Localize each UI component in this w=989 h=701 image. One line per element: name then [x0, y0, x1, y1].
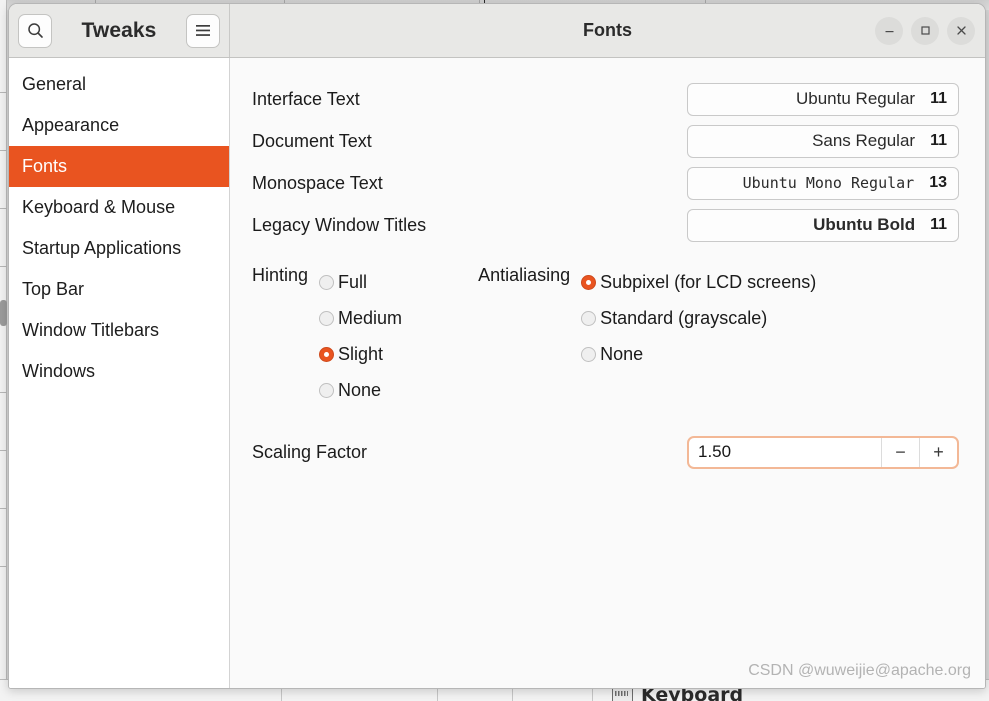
background-left-tick [0, 566, 7, 567]
minimize-icon [885, 31, 893, 33]
font-name: Ubuntu Bold [813, 215, 916, 234]
legacy-window-titles-font-button[interactable]: Ubuntu Bold 11 [687, 208, 959, 242]
font-size: 11 [930, 216, 947, 233]
hinting-option-full[interactable]: Full [319, 264, 402, 300]
document-text-font-button[interactable]: Sans Regular 11 [687, 124, 959, 158]
font-size: 11 [930, 132, 947, 149]
scaling-factor-increment-button[interactable]: + [919, 437, 957, 467]
font-row-document-text: Document Text Sans Regular 11 [252, 120, 959, 162]
background-left-tick [0, 208, 7, 209]
maximize-icon [920, 26, 930, 35]
row-label: Monospace Text [252, 172, 383, 193]
interface-text-font-button[interactable]: Ubuntu Regular 11 [687, 82, 959, 116]
sidebar-item-top-bar[interactable]: Top Bar [9, 269, 229, 310]
radio-icon[interactable] [319, 274, 335, 290]
option-label: Standard (grayscale) [600, 307, 768, 328]
window-controls [875, 16, 975, 45]
hinting-options: Full Medium Slight None [319, 264, 402, 408]
menu-button[interactable] [185, 13, 220, 48]
sidebar: General Appearance Fonts Keyboard & Mous… [9, 58, 230, 688]
rendering-options: Hinting Full Medium Slight None Antialia… [252, 264, 959, 408]
font-name: Sans Regular [812, 131, 916, 150]
hinting-option-none[interactable]: None [319, 372, 402, 408]
font-name: Ubuntu Regular [796, 89, 916, 108]
font-size: 11 [930, 90, 947, 107]
row-label: Legacy Window Titles [252, 214, 427, 235]
search-button[interactable] [18, 13, 52, 48]
radio-icon[interactable] [319, 382, 335, 398]
background-left-tick [0, 150, 7, 151]
option-label: None [338, 379, 382, 400]
antialiasing-option-none[interactable]: None [581, 336, 816, 372]
antialiasing-group: Antialiasing Subpixel (for LCD screens) … [478, 264, 816, 408]
option-label: Slight [338, 343, 384, 364]
option-label: Full [338, 271, 368, 292]
radio-icon[interactable] [581, 346, 597, 362]
row-label: Interface Text [252, 88, 360, 109]
screen: Keyboard Tweaks Fonts General Appearance… [0, 0, 989, 701]
option-label: Medium [338, 307, 403, 328]
hamburger-menu-icon [195, 25, 210, 36]
minimize-button[interactable] [875, 16, 903, 45]
monospace-text-font-button[interactable]: Ubuntu Mono Regular 13 [687, 166, 959, 200]
page-title: Fonts [583, 20, 632, 40]
hinting-option-medium[interactable]: Medium [319, 300, 402, 336]
sidebar-item-windows[interactable]: Windows [9, 351, 229, 392]
window-body: General Appearance Fonts Keyboard & Mous… [9, 58, 985, 688]
header-bar-right: Fonts [230, 4, 985, 57]
background-left-tick [0, 392, 7, 393]
keyboard-icon [612, 687, 633, 701]
option-label: Subpixel (for LCD screens) [600, 271, 817, 292]
watermark: CSDN @wuweijie@apache.org [748, 662, 971, 679]
row-label: Document Text [252, 130, 372, 151]
background-left-tick [0, 450, 7, 451]
radio-icon[interactable] [581, 310, 597, 326]
sidebar-item-appearance[interactable]: Appearance [9, 105, 229, 146]
content-panel: Interface Text Ubuntu Regular 11 Documen… [230, 58, 985, 688]
sidebar-item-window-titlebars[interactable]: Window Titlebars [9, 310, 229, 351]
radio-selected-icon[interactable] [319, 346, 335, 362]
background-left-tick [0, 92, 7, 93]
font-row-interface-text: Interface Text Ubuntu Regular 11 [252, 78, 959, 120]
font-size: 13 [929, 174, 947, 191]
hinting-option-slight[interactable]: Slight [319, 336, 402, 372]
background-left-tick [0, 266, 7, 267]
hinting-title: Hinting [252, 265, 309, 285]
close-icon [956, 26, 966, 35]
font-name: Ubuntu Mono Regular [742, 174, 915, 192]
sidebar-item-general[interactable]: General [9, 64, 229, 105]
header-bar-left: Tweaks [9, 4, 230, 57]
antialiasing-option-standard[interactable]: Standard (grayscale) [581, 300, 816, 336]
maximize-button[interactable] [911, 16, 939, 45]
background-left-tick [0, 508, 7, 509]
app-title: Tweaks [81, 18, 157, 42]
scaling-factor-decrement-button[interactable]: − [881, 437, 919, 467]
antialiasing-option-subpixel[interactable]: Subpixel (for LCD screens) [581, 264, 816, 300]
radio-icon[interactable] [319, 310, 335, 326]
font-row-legacy-window-titles: Legacy Window Titles Ubuntu Bold 11 [252, 204, 959, 246]
scaling-factor-row: Scaling Factor 1.50 − + [252, 432, 959, 472]
sidebar-item-fonts[interactable]: Fonts [9, 146, 229, 187]
font-row-monospace-text: Monospace Text Ubuntu Mono Regular 13 [252, 162, 959, 204]
option-label: None [600, 343, 644, 364]
radio-selected-icon[interactable] [581, 274, 597, 290]
antialiasing-options: Subpixel (for LCD screens) Standard (gra… [581, 264, 816, 408]
header-bar: Tweaks Fonts [9, 4, 985, 58]
antialiasing-title: Antialiasing [478, 265, 571, 285]
sidebar-item-startup-applications[interactable]: Startup Applications [9, 228, 229, 269]
close-button[interactable] [947, 16, 975, 45]
search-icon [27, 23, 43, 38]
background-left-edge [0, 0, 7, 701]
background-scrollbar-thumb[interactable] [0, 300, 7, 326]
tweaks-window: Tweaks Fonts General Appearance Fonts Ke… [8, 3, 986, 689]
scaling-factor-spinner[interactable]: 1.50 − + [687, 435, 959, 469]
hinting-group: Hinting Full Medium Slight None [252, 264, 402, 408]
sidebar-item-keyboard-and-mouse[interactable]: Keyboard & Mouse [9, 187, 229, 228]
scaling-factor-input[interactable]: 1.50 [689, 442, 881, 462]
scaling-factor-label: Scaling Factor [252, 441, 368, 462]
